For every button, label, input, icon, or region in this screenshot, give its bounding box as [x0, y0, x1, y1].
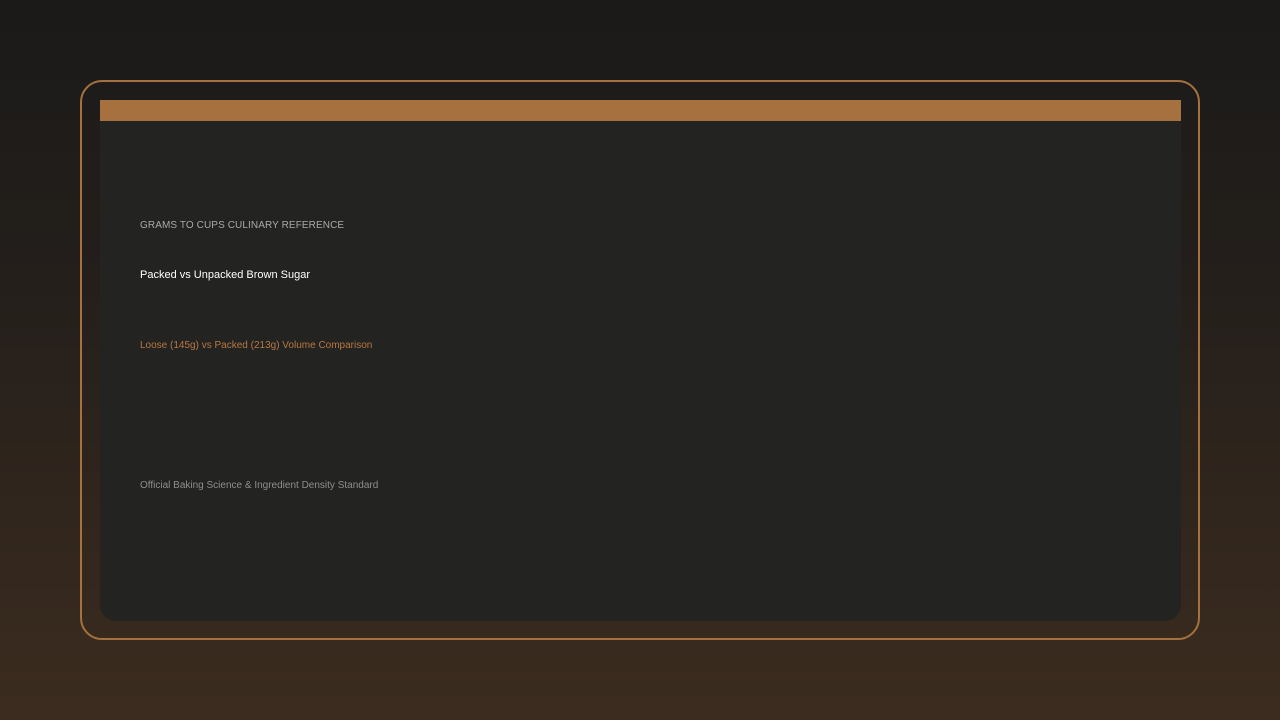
card-title: Packed vs Unpacked Brown Sugar	[140, 269, 310, 281]
card-subtitle: Loose (145g) vs Packed (213g) Volume Com…	[140, 340, 373, 351]
accent-bar	[100, 100, 1181, 121]
card-eyebrow: GRAMS TO CUPS CULINARY REFERENCE	[140, 220, 345, 231]
reference-card: GRAMS TO CUPS CULINARY REFERENCE Packed …	[100, 100, 1181, 621]
card-footer-note: Official Baking Science & Ingredient Den…	[140, 480, 379, 491]
